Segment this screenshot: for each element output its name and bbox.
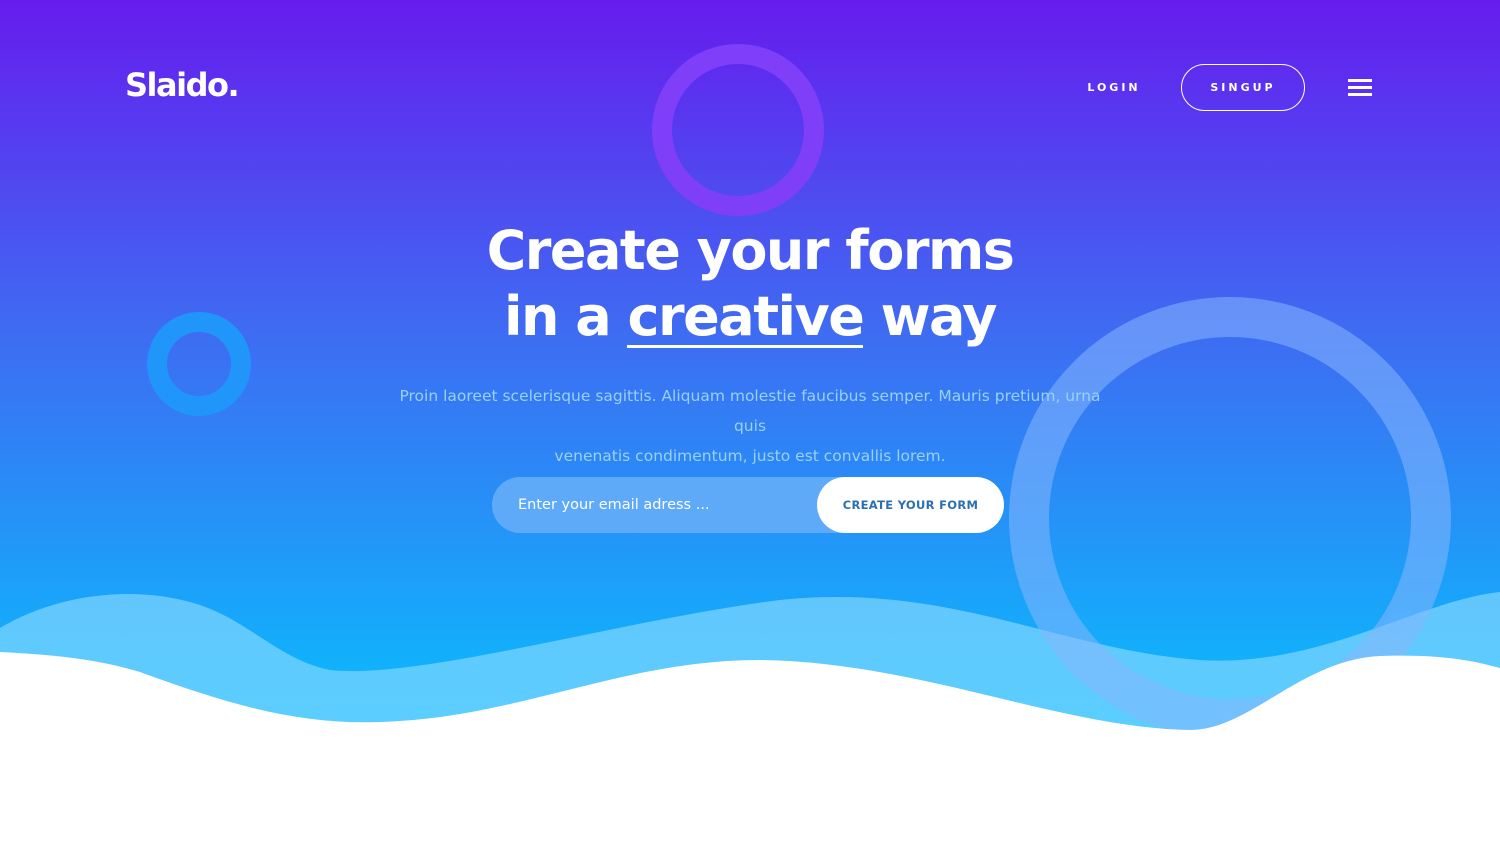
hamburger-menu-icon[interactable] <box>1344 74 1376 102</box>
email-input[interactable] <box>518 477 808 533</box>
menu-bar-bottom <box>1348 93 1372 96</box>
headline-prefix: in a <box>503 285 628 348</box>
subtitle-line-1: Proin laoreet scelerisque sagittis. Aliq… <box>399 387 1101 435</box>
hero-headline: Create your forms in a creative way <box>350 218 1150 350</box>
hero-subtitle: Proin laoreet scelerisque sagittis. Aliq… <box>390 381 1110 471</box>
hero-section: Slaido. LOGIN SINGUP Create your forms i… <box>0 0 1500 850</box>
subtitle-line-2: venenatis condimentum, justo est convall… <box>554 447 946 465</box>
login-link[interactable]: LOGIN <box>1066 65 1162 111</box>
create-form-button[interactable]: CREATE YOUR FORM <box>817 477 1004 533</box>
brand-logo[interactable]: Slaido. <box>125 63 240 107</box>
headline-line-2: in a creative way <box>350 284 1150 350</box>
menu-bar-top <box>1348 79 1372 82</box>
headline-emphasis: creative <box>627 285 865 348</box>
signup-button[interactable]: SINGUP <box>1181 64 1305 111</box>
headline-line-1: Create your forms <box>486 219 1015 282</box>
headline-suffix: way <box>863 285 998 348</box>
signup-form: CREATE YOUR FORM <box>492 477 1004 533</box>
menu-bar-middle <box>1348 86 1372 89</box>
